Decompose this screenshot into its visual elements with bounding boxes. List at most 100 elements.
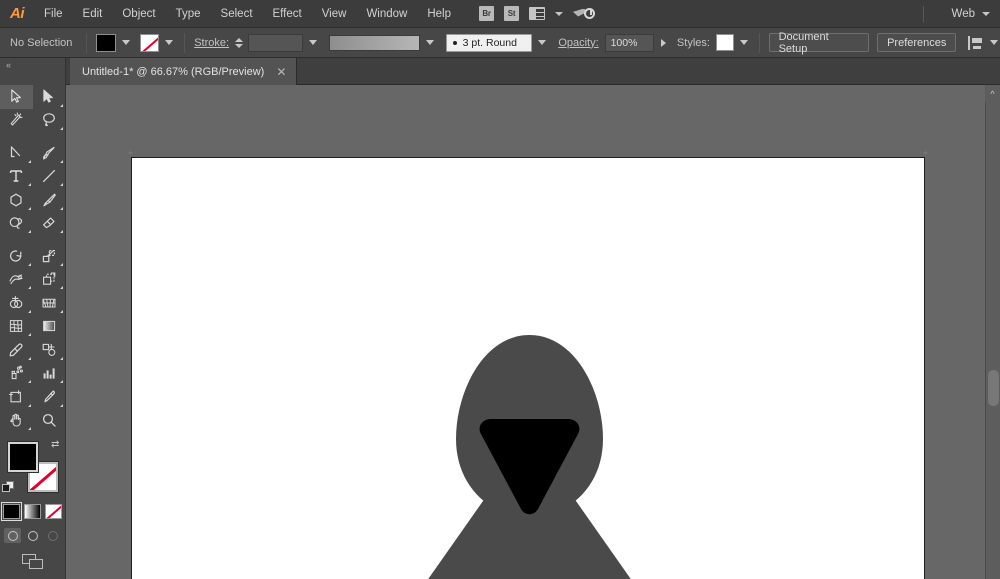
brush-chevron-down-icon[interactable] — [538, 40, 546, 45]
arrange-documents-icon[interactable] — [529, 7, 545, 20]
canvas-area[interactable]: + + — [66, 85, 985, 579]
tools-panel: « — [0, 58, 66, 579]
fill-chevron-down-icon[interactable] — [122, 40, 130, 45]
align-objects-icon[interactable] — [968, 36, 984, 50]
stroke-weight-label[interactable]: Stroke: — [194, 37, 229, 49]
menu-item-view[interactable]: View — [312, 0, 357, 28]
preferences-button[interactable]: Preferences — [877, 33, 956, 52]
menu-bar: Ai File Edit Object Type Select Effect V… — [0, 0, 1000, 28]
gradient-tool[interactable] — [33, 315, 66, 339]
shaper-tool[interactable] — [0, 212, 33, 236]
draw-inside-button[interactable] — [44, 528, 61, 543]
shape-tool[interactable] — [0, 188, 33, 212]
creative-cloud-libraries-icon[interactable] — [573, 6, 595, 22]
brush-dot-icon — [453, 41, 457, 45]
vertical-scrollbar[interactable] — [985, 85, 1000, 579]
menu-item-type[interactable]: Type — [166, 0, 211, 28]
curvature-tool[interactable] — [33, 141, 66, 165]
menu-item-file[interactable]: File — [34, 0, 73, 28]
selection-tool[interactable] — [0, 85, 33, 109]
eraser-tool[interactable] — [33, 212, 66, 236]
zoom-tool[interactable] — [33, 409, 66, 433]
default-fill-stroke-icon[interactable] — [2, 481, 15, 494]
bridge-icon[interactable]: Br — [479, 6, 494, 21]
fill-stroke-indicator: ⇄ — [0, 438, 66, 500]
menu-item-object[interactable]: Object — [112, 0, 165, 28]
stroke-weight-stepper[interactable] — [235, 38, 243, 48]
vertical-scrollbar-thumb[interactable] — [988, 370, 999, 406]
menu-item-window[interactable]: Window — [356, 0, 417, 28]
illustrator-window: Ai File Edit Object Type Select Effect V… — [0, 0, 1000, 579]
symbol-sprayer-tool[interactable] — [0, 362, 33, 386]
free-transform-tool[interactable] — [33, 268, 66, 292]
color-swatch-button[interactable] — [3, 504, 20, 519]
gradient-swatch-button[interactable] — [24, 504, 41, 519]
close-icon[interactable]: ✕ — [276, 66, 286, 78]
double-chevron-up-icon[interactable]: ^ — [985, 85, 1000, 102]
magic-wand-tool[interactable] — [0, 109, 33, 133]
opacity-arrow-right-icon[interactable] — [661, 39, 666, 47]
width-profile-preview[interactable] — [329, 35, 420, 51]
draw-behind-button[interactable] — [24, 528, 41, 543]
color-mode-buttons — [0, 504, 65, 519]
selection-status-label: No Selection — [10, 37, 77, 49]
double-chevron-left-icon[interactable]: « — [0, 58, 65, 71]
menu-item-edit[interactable]: Edit — [73, 0, 113, 28]
fill-swatch[interactable] — [8, 442, 38, 472]
slice-tool[interactable] — [33, 385, 66, 409]
align-chevron-down-icon[interactable] — [990, 40, 998, 45]
arrange-chevron-down-icon[interactable] — [555, 12, 563, 16]
menubar-divider — [923, 6, 924, 22]
artboard-tool[interactable] — [0, 385, 33, 409]
app-logo-icon: Ai — [0, 0, 34, 28]
draw-normal-button[interactable] — [4, 528, 21, 543]
swap-fill-stroke-icon[interactable]: ⇄ — [51, 440, 62, 451]
rotate-tool[interactable] — [0, 244, 33, 268]
workspace-chevron-down-icon[interactable] — [982, 12, 990, 16]
opacity-input[interactable]: 100% — [605, 34, 654, 52]
width-tool[interactable] — [0, 268, 33, 292]
change-screen-mode-button[interactable] — [22, 554, 44, 570]
mesh-tool[interactable] — [0, 315, 33, 339]
menubar-utility-icons: Br St — [479, 6, 595, 22]
shape-builder-tool[interactable] — [0, 291, 33, 315]
workspace-switcher[interactable]: Web — [952, 0, 990, 28]
document-setup-button[interactable]: Document Setup — [769, 33, 870, 52]
hand-tool[interactable] — [0, 409, 33, 433]
hooded-figure-silhouette[interactable] — [407, 333, 652, 579]
blend-tool[interactable] — [33, 338, 66, 362]
width-profile-chevron-down-icon[interactable] — [426, 40, 434, 45]
brush-definition-select[interactable]: 3 pt. Round — [446, 34, 533, 52]
stroke-chevron-down-icon[interactable] — [165, 40, 173, 45]
scale-tool[interactable] — [33, 244, 66, 268]
artboard-corner-mark: + — [923, 149, 928, 158]
perspective-grid-tool[interactable] — [33, 291, 66, 315]
paintbrush-tool[interactable] — [33, 188, 66, 212]
column-graph-tool[interactable] — [33, 362, 66, 386]
pen-tool[interactable] — [0, 141, 33, 165]
none-swatch-button[interactable] — [45, 504, 62, 519]
workspace-label: Web — [952, 8, 975, 20]
control-divider — [184, 33, 185, 53]
artboard[interactable]: + + — [131, 157, 925, 579]
direct-selection-tool[interactable] — [33, 85, 66, 109]
graphic-style-swatch[interactable] — [716, 34, 734, 51]
document-tab-bar: Untitled-1* @ 66.67% (RGB/Preview) ✕ — [0, 58, 1000, 85]
opacity-label[interactable]: Opacity: — [558, 37, 598, 49]
line-segment-tool[interactable] — [33, 165, 66, 189]
styles-chevron-down-icon[interactable] — [740, 40, 748, 45]
type-tool[interactable] — [0, 165, 33, 189]
stock-icon[interactable]: St — [504, 6, 519, 21]
fill-color-swatch[interactable] — [96, 34, 116, 52]
menu-item-select[interactable]: Select — [211, 0, 263, 28]
document-tab[interactable]: Untitled-1* @ 66.67% (RGB/Preview) ✕ — [70, 58, 297, 85]
styles-label: Styles: — [677, 37, 710, 49]
draw-mode-buttons — [0, 528, 65, 543]
stroke-weight-chevron-down-icon[interactable] — [309, 40, 317, 45]
stroke-weight-input[interactable] — [248, 34, 303, 52]
eyedropper-tool[interactable] — [0, 338, 33, 362]
menu-item-effect[interactable]: Effect — [263, 0, 312, 28]
menu-item-help[interactable]: Help — [417, 0, 461, 28]
stroke-color-swatch[interactable] — [140, 34, 160, 52]
lasso-tool[interactable] — [33, 109, 66, 133]
